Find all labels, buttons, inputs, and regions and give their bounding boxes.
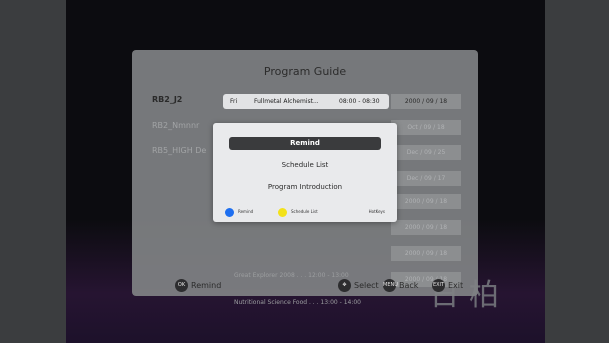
date-item: Oct / 09 / 18	[391, 120, 461, 135]
background-left	[0, 0, 66, 343]
yellow-dot-icon	[278, 207, 287, 217]
back-key[interactable]: MENUBack	[383, 279, 418, 292]
legend-remind-label: Remind	[238, 209, 254, 214]
program-row[interactable]: Nutritional Science Food . . . 13:00 - 1…	[234, 297, 384, 309]
menu-item-schedule-list[interactable]: Schedule List	[229, 159, 381, 172]
ok-remind-label: Remind	[191, 281, 222, 290]
program-day: Fri	[230, 98, 238, 105]
date-item: Dec / 09 / 25	[391, 145, 461, 160]
channel-item[interactable]: RB5_HIGH De	[152, 146, 206, 155]
menu-item-remind[interactable]: Remind	[229, 137, 381, 150]
back-label: Back	[399, 281, 419, 290]
date-item: 2000 / 09 / 18	[391, 94, 461, 109]
select-key[interactable]: ✥ Select	[338, 279, 379, 292]
options-popup: Remind Schedule List Program Introductio…	[213, 123, 397, 222]
legend-schedule-list-label: Schedule List	[291, 209, 318, 214]
program-time: 08:00 - 08:30	[339, 98, 380, 105]
channel-item[interactable]: RB2_J2	[152, 95, 182, 104]
background-right	[545, 0, 609, 343]
menu-item-program-introduction[interactable]: Program Introduction	[229, 181, 381, 194]
program-name: Fullmetal Alchemist...	[254, 98, 319, 105]
blue-dot-icon	[225, 207, 234, 217]
date-item: 2000 / 09 / 18	[391, 194, 461, 209]
legend-remind: Remind	[225, 207, 254, 217]
exit-button-icon: EXIT	[432, 279, 445, 292]
exit-label: Exit	[448, 281, 464, 290]
ok-button-icon: OK	[175, 279, 188, 292]
program-row-selected[interactable]: Fri Fullmetal Alchemist... 08:00 - 08:30	[223, 94, 389, 109]
ok-remind-key[interactable]: OK Remind	[175, 279, 221, 292]
select-label: Select	[354, 281, 379, 290]
exit-key[interactable]: EXIT Exit	[432, 279, 463, 292]
date-item: 2000 / 09 / 18	[391, 220, 461, 235]
menu-button-icon: MENU	[383, 279, 398, 292]
legend-hotkeys: HotKeys	[369, 207, 385, 216]
dpad-icon: ✥	[338, 279, 351, 292]
date-item: Dec / 09 / 17	[391, 171, 461, 186]
legend-schedule-list: Schedule List	[278, 207, 318, 217]
hotkeys-label: HotKeys	[368, 209, 385, 214]
page-title: Program Guide	[263, 65, 347, 78]
date-item: 2000 / 09 / 18	[391, 246, 461, 261]
channel-item[interactable]: RB2_Nmnnr	[152, 121, 199, 130]
